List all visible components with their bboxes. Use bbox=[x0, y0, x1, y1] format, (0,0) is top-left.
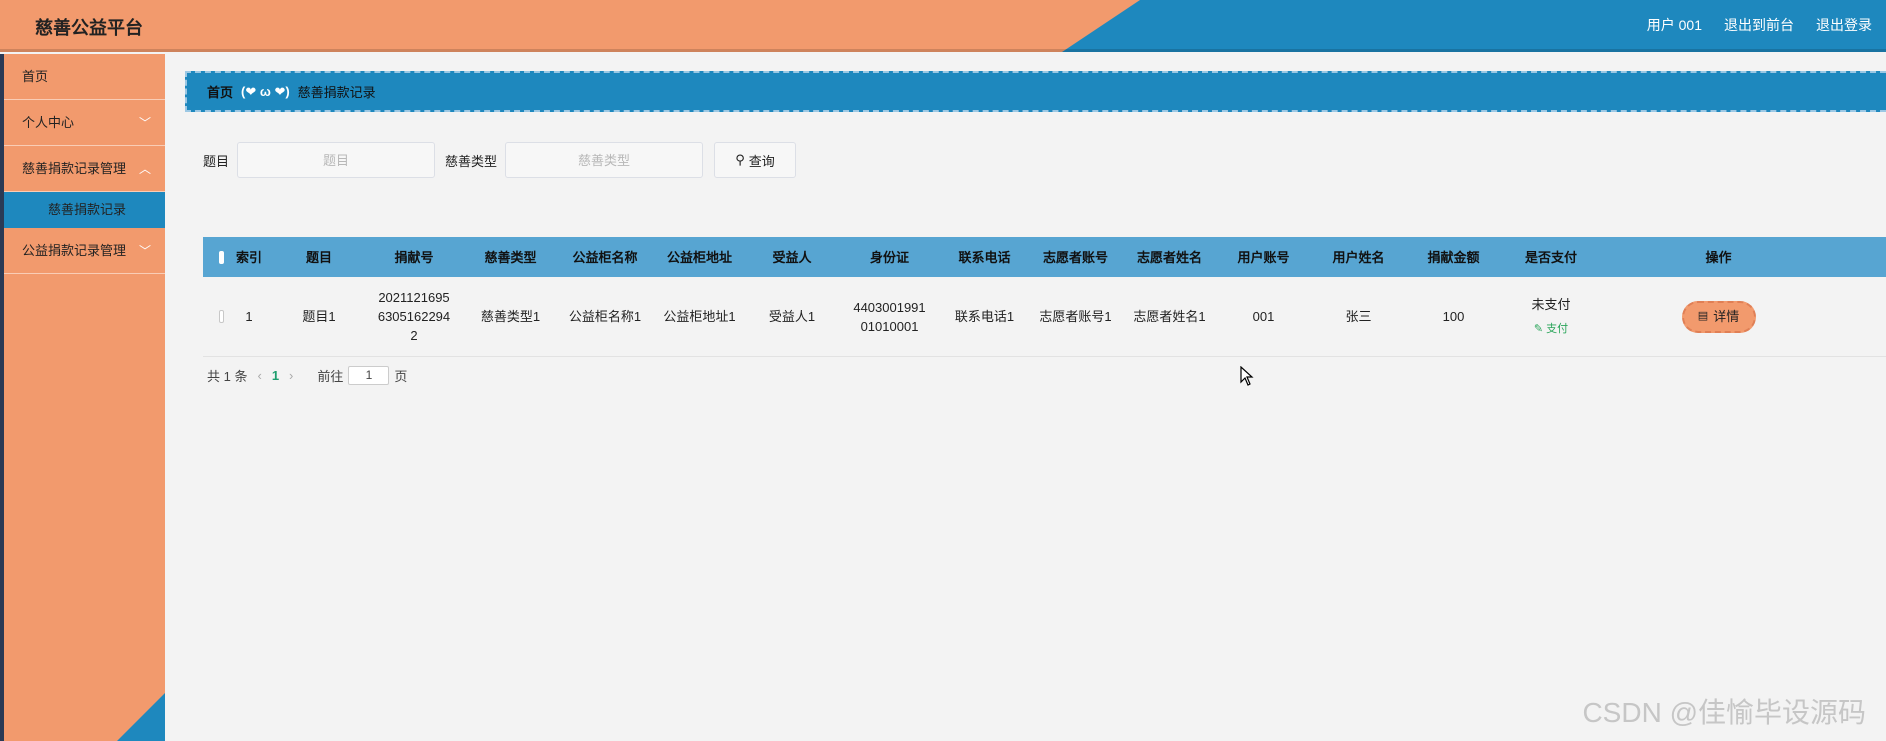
id-card-line: 01010001 bbox=[860, 318, 919, 334]
document-icon: ▤ bbox=[1697, 310, 1709, 322]
table-row: 1 题目1 2021121695 6305162294 2 慈善类型1 公益柜名… bbox=[203, 277, 1886, 357]
paid-status-text: 未支付 bbox=[1531, 296, 1571, 312]
column-header: 索引 bbox=[235, 249, 262, 265]
column-header: 题目 bbox=[305, 249, 332, 265]
sidebar-subitem-charity-donation-records[interactable]: 慈善捐款记录 bbox=[4, 192, 165, 228]
sidebar-item-personal-center[interactable]: 个人中心 ﹀ bbox=[4, 100, 165, 146]
cell-type: 慈善类型1 bbox=[480, 309, 541, 324]
cell-volunteer-name: 志愿者姓名1 bbox=[1133, 309, 1206, 324]
column-header: 用户账号 bbox=[1237, 249, 1290, 265]
detail-button[interactable]: ▤ 详情 bbox=[1681, 300, 1756, 333]
app-title: 慈善公益平台 bbox=[35, 18, 143, 38]
top-header: 慈善公益平台 用户 001 退出到前台 退出登录 bbox=[0, 0, 1886, 52]
chevron-down-icon: ﹀ bbox=[138, 116, 151, 130]
pay-link-label: 支付 bbox=[1546, 322, 1569, 335]
cell-beneficiary: 受益人1 bbox=[768, 309, 816, 324]
donation-no-line: 2 bbox=[410, 328, 418, 343]
column-header: 公益柜名称 bbox=[572, 249, 638, 265]
sidebar-item-label: 慈善捐款记录管理 bbox=[22, 161, 127, 176]
goto-label: 前往 bbox=[317, 369, 344, 384]
column-header: 捐献号 bbox=[394, 249, 434, 265]
cell-volunteer-account: 志愿者账号1 bbox=[1039, 309, 1112, 324]
mouse-cursor-icon bbox=[1240, 366, 1254, 386]
title-search-input[interactable] bbox=[237, 142, 436, 178]
goto-page-input[interactable]: 1 bbox=[348, 366, 390, 385]
cell-id-card: 4403001991 01010001 bbox=[838, 277, 941, 356]
column-header: 志愿者账号 bbox=[1042, 249, 1108, 265]
cell-cabinet-name: 公益柜名称1 bbox=[568, 309, 642, 324]
column-header: 操作 bbox=[1705, 249, 1732, 265]
donation-no-line: 6305162294 bbox=[377, 309, 451, 324]
column-header: 志愿者姓名 bbox=[1136, 249, 1202, 265]
prev-page-icon[interactable]: ‹ bbox=[257, 368, 261, 383]
chevron-up-icon: ︿ bbox=[138, 162, 151, 176]
breadcrumb: 首页 (❤ ω ❤) 慈善捐款记录 bbox=[185, 71, 1886, 112]
user-label[interactable]: 用户 001 bbox=[1647, 15, 1702, 35]
edit-icon: ✎ bbox=[1533, 322, 1544, 335]
query-button-label: 查询 bbox=[748, 153, 775, 169]
logout-link[interactable]: 退出登录 bbox=[1816, 15, 1872, 35]
donation-table: 索引 题目 捐献号 慈善类型 公益柜名称 公益柜地址 受益人 身份证 联系电话 … bbox=[203, 237, 1886, 357]
page-number[interactable]: 1 bbox=[272, 368, 279, 383]
column-header: 是否支付 bbox=[1524, 249, 1577, 265]
pay-link[interactable]: ✎ 支付 bbox=[1534, 320, 1568, 339]
id-card-line: 4403001991 bbox=[853, 299, 926, 315]
pagination-goto: 前往 1 页 bbox=[317, 366, 407, 385]
row-select-cell bbox=[203, 277, 224, 356]
header-links: 用户 001 退出到前台 退出登录 bbox=[1647, 15, 1872, 35]
search-bar: 题目 慈善类型 ⚲ 查询 bbox=[203, 142, 797, 178]
sidebar-corner-decoration bbox=[117, 693, 165, 741]
goto-unit: 页 bbox=[394, 369, 408, 384]
table-header: 索引 题目 捐献号 慈善类型 公益柜名称 公益柜地址 受益人 身份证 联系电话 … bbox=[203, 237, 1886, 277]
cell-donation-no: 2021121695 6305162294 2 bbox=[364, 277, 464, 356]
pagination-total: 共 1 条 bbox=[207, 369, 248, 384]
sidebar: 首页 个人中心 ﹀ 慈善捐款记录管理 ︿ 慈善捐款记录 公益捐款记录管理 ﹀ bbox=[4, 54, 165, 741]
column-header: 慈善类型 bbox=[484, 249, 537, 265]
donation-no-line: 2021121695 bbox=[378, 290, 450, 305]
search-icon: ⚲ bbox=[735, 152, 745, 167]
cell-user-account: 001 bbox=[1252, 309, 1275, 324]
detail-button-label: 详情 bbox=[1713, 309, 1740, 324]
column-header: 受益人 bbox=[772, 249, 812, 265]
breadcrumb-home[interactable]: 首页 bbox=[207, 82, 233, 101]
column-header: 联系电话 bbox=[958, 249, 1011, 265]
title-search-label: 题目 bbox=[203, 153, 230, 169]
column-header: 捐献金额 bbox=[1427, 249, 1480, 265]
column-header: 用户姓名 bbox=[1332, 249, 1385, 265]
breadcrumb-separator: (❤ ω ❤) bbox=[241, 83, 290, 99]
sidebar-item-label: 慈善捐款记录 bbox=[48, 202, 127, 217]
select-all-cell bbox=[203, 237, 224, 277]
sidebar-item-label: 公益捐款记录管理 bbox=[22, 243, 127, 258]
pagination: 共 1 条 ‹ 1 › 前往 1 页 bbox=[207, 366, 407, 385]
sidebar-item-public-donation-mgmt[interactable]: 公益捐款记录管理 ﹀ bbox=[4, 228, 165, 274]
back-to-front-link[interactable]: 退出到前台 bbox=[1724, 15, 1794, 35]
header-orange-band bbox=[0, 0, 1140, 52]
cell-phone: 联系电话1 bbox=[954, 309, 1015, 324]
column-header: 公益柜地址 bbox=[666, 249, 732, 265]
header-shadow bbox=[0, 49, 1886, 52]
cell-paid-status: 未支付 ✎ 支付 bbox=[1501, 277, 1601, 356]
cell-cabinet-address: 公益柜地址1 bbox=[663, 309, 736, 324]
sidebar-item-label: 首页 bbox=[22, 69, 49, 84]
chevron-down-icon: ﹀ bbox=[138, 244, 151, 258]
cell-actions: ▤ 详情 bbox=[1601, 277, 1886, 356]
cell-index: 1 bbox=[245, 309, 253, 324]
watermark: CSDN @佳愉毕设源码 bbox=[1582, 697, 1866, 728]
cell-amount: 100 bbox=[1442, 309, 1465, 324]
sidebar-item-home[interactable]: 首页 bbox=[4, 54, 165, 100]
cell-user-name: 张三 bbox=[1345, 309, 1372, 324]
type-search-input[interactable] bbox=[505, 142, 704, 178]
type-search-label: 慈善类型 bbox=[445, 153, 498, 169]
query-button[interactable]: ⚲ 查询 bbox=[714, 142, 797, 178]
breadcrumb-current: 慈善捐款记录 bbox=[297, 85, 376, 100]
sidebar-item-label: 个人中心 bbox=[22, 115, 75, 130]
next-page-icon[interactable]: › bbox=[289, 368, 293, 383]
cell-title: 题目1 bbox=[302, 309, 336, 324]
column-header: 身份证 bbox=[869, 249, 909, 265]
sidebar-item-charity-donation-mgmt[interactable]: 慈善捐款记录管理 ︿ bbox=[4, 146, 165, 192]
